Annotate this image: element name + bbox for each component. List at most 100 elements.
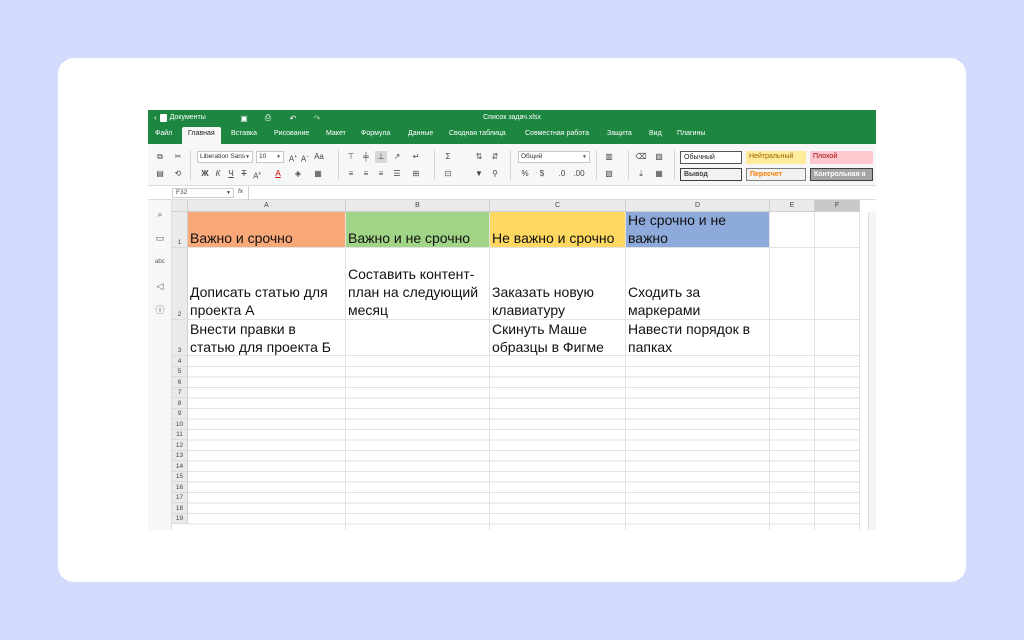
clear-icon[interactable]: ⌫ [635,151,647,163]
cell-e2[interactable] [770,248,815,320]
vertical-scrollbar[interactable] [868,212,876,530]
row-header[interactable]: 8 [172,398,188,409]
change-case-icon[interactable]: Aa [313,151,325,163]
style-neutral[interactable]: Нейтральный [746,151,806,164]
function-icon[interactable]: fx [238,188,243,195]
name-box[interactable]: F32 ▼ [172,188,234,198]
decrease-font-icon[interactable]: A− [299,151,311,164]
font-size-select[interactable]: 10 ▼ [256,151,284,163]
format-as-table-icon[interactable]: ▦ [653,168,665,180]
text-orientation-icon[interactable]: ↗ [391,151,403,163]
tab-plugins[interactable]: Плагины [677,130,705,137]
column-header-b[interactable]: B [346,200,490,212]
cell-b3[interactable] [346,320,490,356]
tab-data[interactable]: Данные [408,130,433,137]
conditional-format-icon[interactable]: ▨ [653,151,665,163]
select-all-corner[interactable] [172,200,188,212]
paste-icon[interactable]: ▤ [154,168,166,180]
search-icon[interactable]: ⌕ [154,208,166,220]
accounting-icon[interactable]: $ [536,168,548,180]
sort-ascending-icon[interactable]: ⇅ [473,151,485,163]
tab-collaboration[interactable]: Совместная работа [525,130,589,137]
cell-d1[interactable]: Не срочно и не важно [626,212,770,248]
align-center-icon[interactable]: ≡ [360,168,372,180]
fill-color-icon[interactable]: ◈ [292,168,304,180]
row-header[interactable]: 16 [172,482,188,493]
feedback-icon[interactable]: ◁ [154,280,166,292]
decrease-decimal-icon[interactable]: .0 [556,168,568,180]
row-header[interactable]: 17 [172,492,188,503]
row-header[interactable]: 19 [172,513,188,524]
tab-view[interactable]: Вид [649,130,662,137]
font-name-select[interactable]: Liberation Sans ▼ [197,151,253,163]
cell-c2[interactable]: Заказать новую клавиатуру [490,248,626,320]
cut-icon[interactable]: ✂ [172,151,184,163]
italic-icon[interactable]: К [212,168,224,180]
strikethrough-icon[interactable]: Т [238,168,250,180]
bold-icon[interactable]: Ж [199,168,211,180]
column-header-a[interactable]: A [188,200,346,212]
style-calculation[interactable]: Пересчет [746,168,806,181]
cell-b1[interactable]: Важно и не срочно [346,212,490,248]
tab-formula[interactable]: Формула [361,130,390,137]
fill-icon[interactable]: ⤓ [635,168,647,180]
align-bottom-icon[interactable]: ⊥ [375,151,387,163]
sum-icon[interactable]: Σ [442,151,454,163]
style-output[interactable]: Вывод [680,168,742,181]
increase-decimal-icon[interactable]: .00 [573,168,585,180]
increase-font-icon[interactable]: A+ [287,151,299,164]
cell-e1[interactable] [770,212,815,248]
format-painter-icon[interactable]: ⟲ [172,168,184,180]
cell-c3[interactable]: Скинуть Маше образцы в Фигме [490,320,626,356]
column-header-c[interactable]: C [490,200,626,212]
tab-protection[interactable]: Защита [607,130,632,137]
column-header-e[interactable]: E [770,200,815,212]
copy-icon[interactable]: ⧉ [154,151,166,163]
justify-icon[interactable]: ☰ [391,168,403,180]
row-header[interactable]: 1 [172,212,188,248]
row-header[interactable]: 12 [172,440,188,451]
row-header[interactable]: 13 [172,450,188,461]
filter-icon[interactable]: ▼ [473,168,485,180]
comments-icon[interactable]: ▭ [154,232,166,244]
number-format-select[interactable]: Общий ▼ [518,151,590,163]
wrap-text-icon[interactable]: ↵ [410,151,422,163]
row-header[interactable]: 10 [172,419,188,430]
spellcheck-icon[interactable]: ᵃᵇᶜ [154,256,166,268]
cell-c1[interactable]: Не важно и срочно [490,212,626,248]
info-icon[interactable]: ⓘ [154,304,166,316]
tab-layout[interactable]: Макет [326,130,346,137]
align-right-icon[interactable]: ≡ [375,168,387,180]
borders-icon[interactable]: ▦ [312,168,324,180]
tab-draw[interactable]: Рисование [274,130,309,137]
tab-pivot[interactable]: Сводная таблица [449,130,506,137]
percent-icon[interactable]: % [519,168,531,180]
cell-a3[interactable]: Внести правки в статью для проекта Б [188,320,346,356]
merge-cells-icon[interactable]: ⊞ [410,168,422,180]
style-check-cell[interactable]: Контрольная я [810,168,873,181]
named-ranges-icon[interactable]: ⊡ [442,168,454,180]
row-header[interactable]: 7 [172,387,188,398]
row-header[interactable]: 11 [172,429,188,440]
tab-insert[interactable]: Вставка [231,130,257,137]
superscript-icon[interactable]: Ax [251,168,263,181]
row-header[interactable]: 15 [172,471,188,482]
spreadsheet-grid[interactable]: A B C D E F 1 2 3 4 5 6 7 8 9 10 11 12 1… [172,200,876,530]
column-header-f[interactable]: F [815,200,860,212]
underline-icon[interactable]: Ч [225,168,237,180]
row-header[interactable]: 4 [172,356,188,367]
align-top-icon[interactable]: ⊤ [345,151,357,163]
cell-f3[interactable] [815,320,860,356]
align-middle-icon[interactable]: ╪ [360,151,372,163]
delete-cells-icon[interactable]: ▧ [603,168,615,180]
row-header[interactable]: 3 [172,320,188,356]
cell-e3[interactable] [770,320,815,356]
cell-d3[interactable]: Навести порядок в папках [626,320,770,356]
cell-d2[interactable]: Сходить за маркерами [626,248,770,320]
cell-f2[interactable] [815,248,860,320]
sort-descending-icon[interactable]: ⇵ [489,151,501,163]
row-header[interactable]: 5 [172,366,188,377]
style-bad[interactable]: Плохой [810,151,873,164]
cell-a1[interactable]: Важно и срочно [188,212,346,248]
row-header[interactable]: 9 [172,408,188,419]
